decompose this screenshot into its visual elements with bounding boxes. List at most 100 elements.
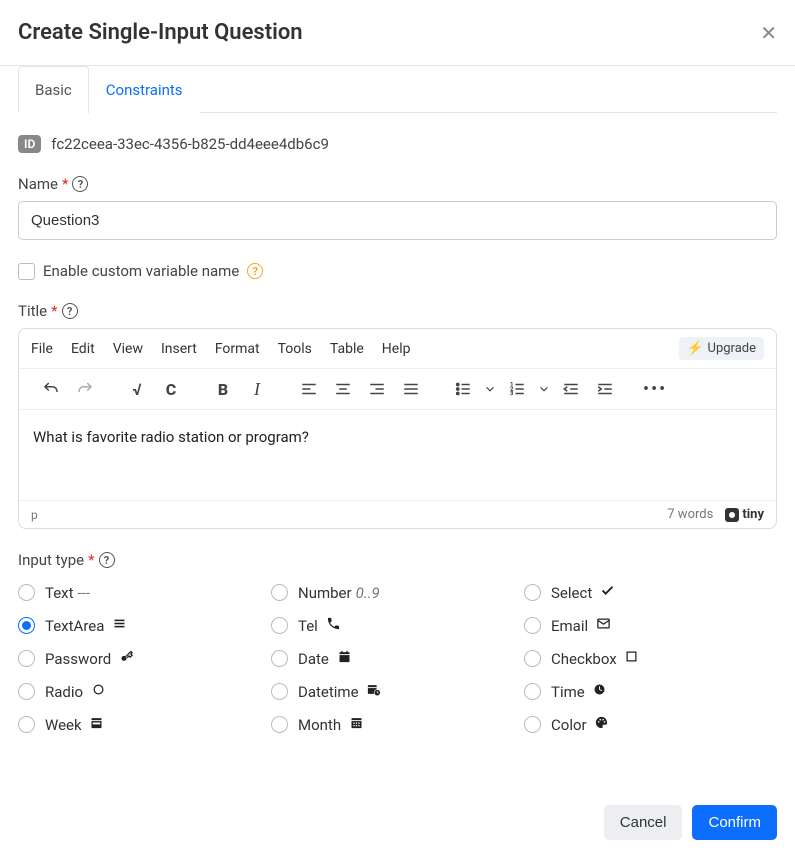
undo-icon[interactable] — [37, 375, 65, 403]
close-icon[interactable]: ✕ — [760, 23, 777, 43]
radio-icon — [18, 650, 35, 667]
id-row: ID fc22ceea-33ec-4356-b825-dd4eee4db6c9 — [18, 135, 777, 153]
circle-icon — [91, 682, 106, 697]
input-type-week[interactable]: Week — [18, 715, 271, 734]
bolt-icon: ⚡ — [687, 341, 703, 356]
outdent-icon[interactable] — [557, 375, 585, 403]
radio-icon — [524, 716, 541, 733]
svg-text:3: 3 — [510, 391, 513, 397]
word-count: 7 words — [667, 507, 713, 522]
input-type-tel[interactable]: Tel — [271, 616, 524, 635]
menu-insert[interactable]: Insert — [161, 341, 197, 357]
tiny-logo: tiny — [725, 507, 764, 522]
modal-header: Create Single-Input Question ✕ — [0, 0, 795, 66]
menu-file[interactable]: File — [31, 341, 53, 357]
italic-icon[interactable]: I — [243, 375, 271, 403]
name-input[interactable] — [18, 201, 777, 240]
radio-icon — [524, 617, 541, 634]
calendar-clock-icon — [366, 682, 381, 697]
input-type-checkbox[interactable]: Checkbox — [524, 649, 777, 668]
editor-toolbar: √ C B I — [19, 368, 776, 410]
radio-icon — [271, 650, 288, 667]
tab-basic[interactable]: Basic — [18, 66, 89, 113]
help-icon[interactable]: ? — [247, 263, 263, 279]
name-label: Name * ? — [18, 175, 777, 193]
calendar-month-icon — [349, 715, 364, 730]
key-icon — [119, 649, 134, 664]
id-badge: ID — [18, 135, 41, 153]
tab-constraints[interactable]: Constraints — [89, 66, 200, 113]
required-star: * — [62, 175, 68, 193]
palette-icon — [594, 715, 609, 730]
help-icon[interactable]: ? — [62, 303, 78, 319]
editor-content[interactable]: What is favorite radio station or progra… — [19, 410, 776, 500]
align-left-icon[interactable] — [295, 375, 323, 403]
modal-footer: Cancel Confirm — [604, 805, 777, 840]
align-justify-icon[interactable] — [397, 375, 425, 403]
input-type-textarea[interactable]: TextArea — [18, 616, 271, 635]
code-icon[interactable]: C — [157, 375, 185, 403]
modal-title: Create Single-Input Question — [18, 20, 303, 45]
input-type-radio[interactable]: Radio — [18, 682, 271, 701]
input-type-month[interactable]: Month — [271, 715, 524, 734]
input-type-options: Text--- Number0..9 Select TextArea — [18, 583, 777, 734]
check-icon — [600, 583, 615, 598]
input-type-color[interactable]: Color — [524, 715, 777, 734]
formula-icon[interactable]: √ — [123, 375, 151, 403]
input-type-date[interactable]: Date — [271, 649, 524, 668]
required-star: * — [88, 551, 94, 569]
redo-icon[interactable] — [71, 375, 99, 403]
enable-custom-var-label: Enable custom variable name — [43, 262, 239, 280]
chevron-down-icon[interactable] — [537, 375, 551, 403]
confirm-button[interactable]: Confirm — [692, 805, 777, 840]
bold-icon[interactable]: B — [209, 375, 237, 403]
menu-table[interactable]: Table — [330, 341, 364, 357]
cancel-button[interactable]: Cancel — [604, 805, 683, 840]
radio-icon — [18, 716, 35, 733]
editor-menubar: File Edit View Insert Format Tools Table… — [19, 329, 776, 368]
clock-icon — [592, 682, 607, 697]
input-type-label: Input type * ? — [18, 551, 777, 569]
calendar-icon — [337, 649, 352, 664]
radio-icon — [524, 683, 541, 700]
radio-icon — [524, 584, 541, 601]
help-icon[interactable]: ? — [99, 552, 115, 568]
menu-help[interactable]: Help — [382, 341, 411, 357]
tab-bar: Basic Constraints — [18, 66, 777, 113]
input-type-datetime[interactable]: Datetime — [271, 682, 524, 701]
numbered-list-icon[interactable]: 123 — [503, 375, 531, 403]
input-type-password[interactable]: Password — [18, 649, 271, 668]
indent-icon[interactable] — [591, 375, 619, 403]
menu-tools[interactable]: Tools — [278, 341, 312, 357]
input-type-select[interactable]: Select — [524, 583, 777, 602]
align-right-icon[interactable] — [363, 375, 391, 403]
menu-edit[interactable]: Edit — [71, 341, 95, 357]
editor-statusbar: p 7 words tiny — [19, 500, 776, 528]
radio-icon — [271, 683, 288, 700]
bullet-list-icon[interactable] — [449, 375, 477, 403]
rich-text-editor: File Edit View Insert Format Tools Table… — [18, 328, 777, 529]
menu-view[interactable]: View — [113, 341, 143, 357]
help-icon[interactable]: ? — [72, 176, 88, 192]
enable-custom-var-row[interactable]: Enable custom variable name ? — [18, 262, 777, 280]
input-type-time[interactable]: Time — [524, 682, 777, 701]
envelope-icon — [596, 616, 611, 631]
more-icon[interactable]: ••• — [633, 379, 677, 400]
menu-format[interactable]: Format — [215, 341, 260, 357]
editor-path: p — [31, 508, 38, 522]
gear-icon — [725, 508, 739, 522]
radio-icon — [18, 617, 35, 634]
input-type-number[interactable]: Number0..9 — [271, 583, 524, 602]
chevron-down-icon[interactable] — [483, 375, 497, 403]
align-center-icon[interactable] — [329, 375, 357, 403]
radio-icon — [18, 584, 35, 601]
input-type-email[interactable]: Email — [524, 616, 777, 635]
enable-custom-var-checkbox[interactable] — [18, 263, 35, 280]
square-icon — [624, 649, 639, 664]
radio-icon — [271, 584, 288, 601]
upgrade-button[interactable]: ⚡ Upgrade — [679, 337, 764, 360]
phone-icon — [326, 616, 341, 631]
input-type-text[interactable]: Text--- — [18, 583, 271, 602]
id-value: fc22ceea-33ec-4356-b825-dd4eee4db6c9 — [51, 135, 329, 153]
title-label: Title * ? — [18, 302, 777, 320]
